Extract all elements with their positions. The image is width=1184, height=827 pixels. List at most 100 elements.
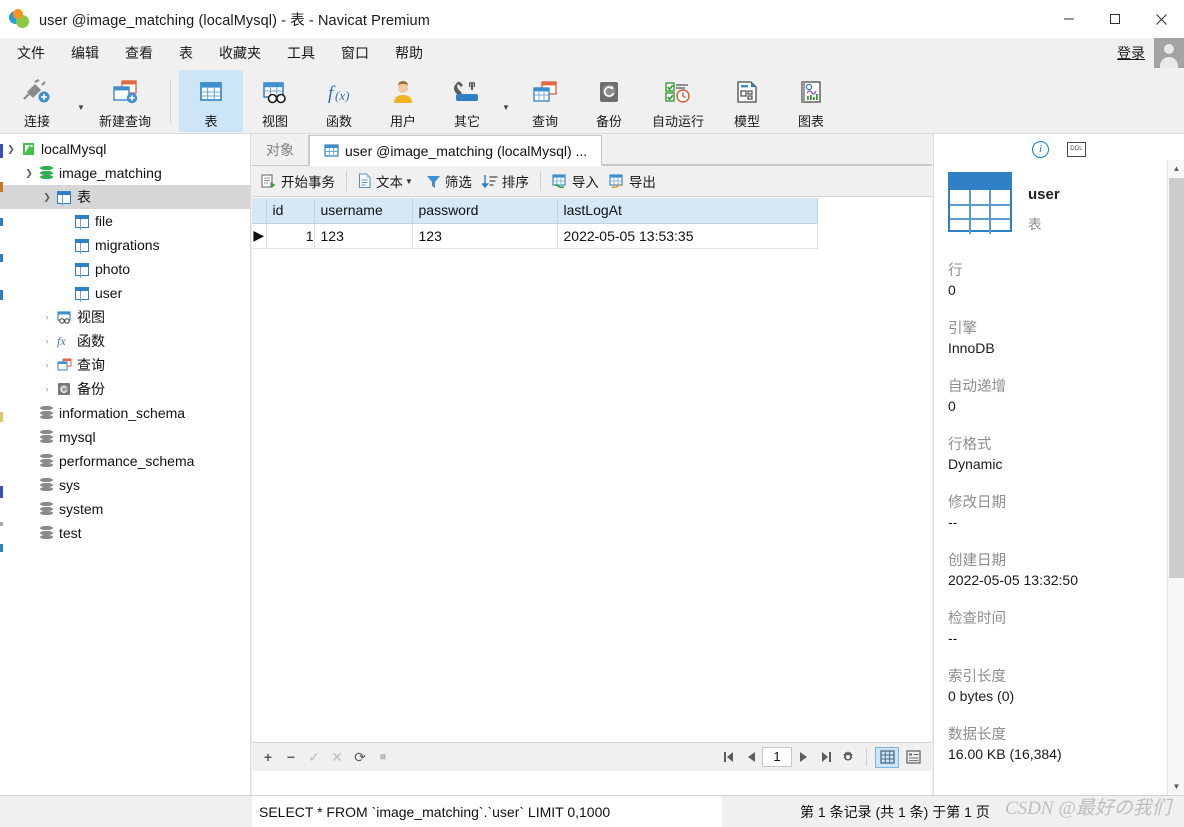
tree-node-file[interactable]: file: [0, 209, 250, 233]
column-header-id[interactable]: id: [266, 198, 315, 224]
data-grid[interactable]: id username password lastLogAt ▶ 1 123 1…: [252, 198, 932, 742]
menu-item-help[interactable]: 帮助: [382, 38, 436, 68]
stop-icon[interactable]: ■: [373, 747, 393, 767]
table-icon: [72, 286, 92, 302]
object-tree-sidebar[interactable]: ❯ localMysql ❯ image_matching ❯ 表 file m…: [0, 134, 251, 795]
chevron-right-icon[interactable]: ›: [40, 312, 54, 322]
filter-icon: [426, 174, 441, 189]
column-header-password[interactable]: password: [412, 198, 558, 224]
scroll-up-icon[interactable]: ▲: [1168, 160, 1184, 177]
tree-node-tables-folder[interactable]: ❯ 表: [0, 185, 250, 209]
avatar[interactable]: [1154, 38, 1184, 68]
tree-node-queries-folder[interactable]: › 查询: [0, 353, 250, 377]
tree-node-performance-schema[interactable]: performance_schema: [0, 449, 250, 473]
cell-id[interactable]: 1: [266, 223, 315, 249]
import-button[interactable]: 导入: [547, 168, 604, 194]
menu-bar: 文件 编辑 查看 表 收藏夹 工具 窗口 帮助 登录: [0, 38, 1184, 68]
info-panel-scrollbar[interactable]: ▲ ▼: [1167, 160, 1184, 795]
toolbar-button-model[interactable]: 模型: [715, 70, 779, 132]
tab-objects[interactable]: 对象: [252, 134, 309, 165]
tab-user-table[interactable]: user @image_matching (localMysql) ...: [309, 135, 603, 166]
tree-node-migrations[interactable]: migrations: [0, 233, 250, 257]
form-view-icon[interactable]: [901, 747, 925, 768]
chevron-down-icon[interactable]: ❯: [22, 168, 36, 179]
delete-record-icon[interactable]: −: [281, 747, 301, 767]
toolbar-button-connection[interactable]: 连接: [0, 70, 74, 132]
sort-button[interactable]: 排序: [477, 168, 534, 194]
toolbar-button-query[interactable]: 查询: [513, 70, 577, 132]
column-header-lastlogat[interactable]: lastLogAt: [557, 198, 818, 224]
column-header-username[interactable]: username: [314, 198, 413, 224]
other-dropdown-caret-icon[interactable]: ▼: [499, 70, 513, 132]
cell-username[interactable]: 123: [314, 223, 413, 249]
toolbar-label: 查询: [531, 113, 558, 129]
menu-item-window[interactable]: 窗口: [328, 38, 382, 68]
cell-lastlogat[interactable]: 2022-05-05 13:53:35: [557, 223, 818, 249]
other-icon: [452, 76, 482, 108]
next-page-icon[interactable]: [794, 747, 814, 767]
scrollbar-thumb[interactable]: [1169, 178, 1184, 578]
toolbar-button-user[interactable]: 用户: [371, 70, 435, 132]
toolbar-button-backup[interactable]: 备份: [577, 70, 641, 132]
export-button[interactable]: 导出: [604, 168, 661, 194]
gear-icon[interactable]: [838, 747, 858, 767]
first-page-icon[interactable]: [718, 747, 738, 767]
tree-node-label: 函数: [77, 333, 105, 349]
toolbar-label: 其它: [453, 113, 480, 129]
tree-node-functions-folder[interactable]: › fx 函数: [0, 329, 250, 353]
minimize-icon[interactable]: [1046, 0, 1092, 38]
menu-item-file[interactable]: 文件: [4, 38, 58, 68]
chevron-right-icon[interactable]: ›: [40, 360, 54, 370]
tree-node-information-schema[interactable]: information_schema: [0, 401, 250, 425]
chevron-right-icon[interactable]: ›: [40, 384, 54, 394]
apply-change-icon[interactable]: ✓: [304, 747, 324, 767]
tree-node-mysql[interactable]: mysql: [0, 425, 250, 449]
tree-node-test[interactable]: test: [0, 521, 250, 545]
tree-node-backups-folder[interactable]: › 备份: [0, 377, 250, 401]
filter-button[interactable]: 筛选: [421, 168, 477, 194]
toolbar-button-automation[interactable]: 自动运行: [641, 70, 715, 132]
menu-item-tools[interactable]: 工具: [274, 38, 328, 68]
tree-node-localmysql[interactable]: ❯ localMysql: [0, 137, 250, 161]
info-icon[interactable]: i: [1032, 140, 1049, 158]
toolbar-button-other[interactable]: 其它: [435, 70, 499, 132]
text-button[interactable]: 文本 ▼: [353, 168, 421, 194]
tree-node-system[interactable]: system: [0, 497, 250, 521]
tree-node-image-matching[interactable]: ❯ image_matching: [0, 161, 250, 185]
tree-node-views-folder[interactable]: › 视图: [0, 305, 250, 329]
page-number-input[interactable]: 1: [762, 747, 792, 767]
tree-node-photo[interactable]: photo: [0, 257, 250, 281]
refresh-icon[interactable]: ⟳: [350, 747, 370, 767]
toolbar-button-table[interactable]: 表: [179, 69, 243, 132]
begin-transaction-button[interactable]: 开始事务: [256, 168, 340, 194]
toolbar-button-function[interactable]: f (x) 函数: [307, 70, 371, 132]
maximize-icon[interactable]: [1092, 0, 1138, 38]
close-icon[interactable]: [1138, 0, 1184, 38]
tree-node-user[interactable]: user: [0, 281, 250, 305]
menu-item-favorites[interactable]: 收藏夹: [206, 38, 274, 68]
connection-dropdown-caret-icon[interactable]: ▼: [74, 70, 88, 132]
grid-view-icon[interactable]: [875, 746, 899, 768]
chevron-right-icon[interactable]: ›: [40, 336, 54, 346]
toolbar-button-chart[interactable]: 图表: [779, 70, 843, 132]
last-page-icon[interactable]: [816, 747, 836, 767]
tree-node-sys[interactable]: sys: [0, 473, 250, 497]
property-value: 2022-05-05 13:32:50: [948, 572, 1078, 588]
toolbar-button-view[interactable]: 视图: [243, 70, 307, 132]
menu-item-table[interactable]: 表: [166, 38, 206, 68]
add-record-icon[interactable]: +: [258, 747, 278, 767]
chevron-down-icon[interactable]: ❯: [4, 144, 18, 155]
menu-item-view[interactable]: 查看: [112, 38, 166, 68]
login-link[interactable]: 登录: [1117, 43, 1145, 63]
ddl-icon[interactable]: DDL: [1067, 141, 1086, 157]
data-toolbar-label: 导出: [628, 175, 656, 190]
table-row[interactable]: ▶ 1 123 123 2022-05-05 13:53:35: [252, 223, 818, 249]
scroll-down-icon[interactable]: ▼: [1168, 778, 1184, 795]
text-dropdown-caret-icon[interactable]: ▼: [405, 177, 413, 186]
toolbar-button-new-query[interactable]: 新建查询: [88, 70, 162, 132]
menu-item-edit[interactable]: 编辑: [58, 38, 112, 68]
cancel-change-icon[interactable]: ✕: [327, 747, 347, 767]
prev-page-icon[interactable]: [740, 747, 760, 767]
chevron-down-icon[interactable]: ❯: [40, 192, 54, 203]
cell-password[interactable]: 123: [412, 223, 558, 249]
